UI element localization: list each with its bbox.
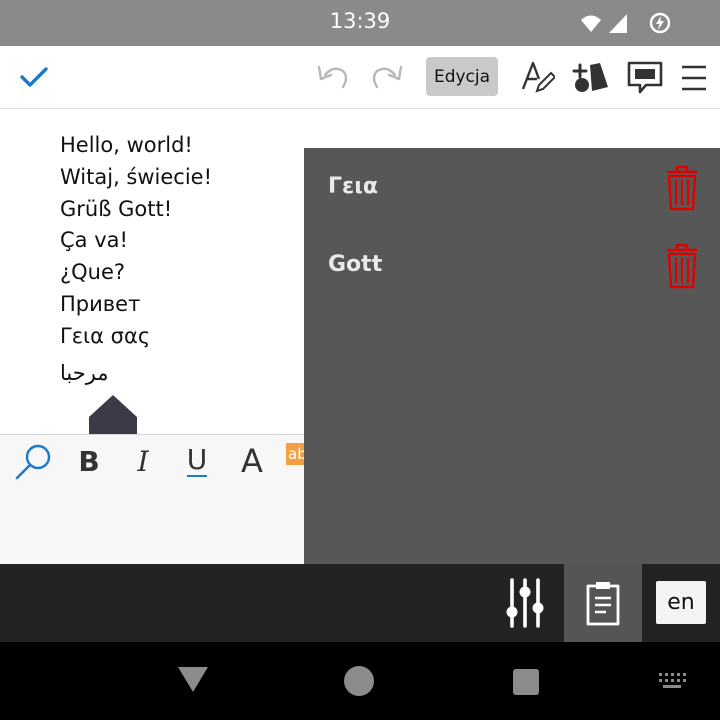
document-canvas[interactable]: Hello, world! Witaj, świecie! Grüß Gott!… (0, 110, 305, 435)
signal-icon (609, 14, 627, 33)
bold-button[interactable]: B (74, 441, 104, 481)
clipboard-tab[interactable] (564, 564, 642, 642)
language-switch-button[interactable]: en (656, 581, 706, 624)
font-style-icon[interactable] (517, 57, 557, 97)
home-circle-icon[interactable] (344, 666, 374, 696)
document-text[interactable]: Hello, world! Witaj, świecie! Grüß Gott!… (60, 130, 212, 393)
back-triangle-icon[interactable] (176, 664, 210, 694)
battery-charging-icon (649, 12, 671, 34)
status-icons (580, 11, 672, 35)
redo-icon[interactable] (366, 58, 408, 96)
clipboard-item[interactable]: Γεια (304, 160, 720, 216)
trash-icon[interactable] (664, 242, 700, 290)
italic-button[interactable]: I (130, 441, 156, 481)
keyboard-icon[interactable] (658, 672, 686, 690)
clipboard-item[interactable]: Gott (304, 238, 720, 294)
sliders-icon[interactable] (500, 576, 550, 630)
status-bar: 13:39 (0, 0, 720, 46)
highlight-button[interactable]: ab (286, 443, 305, 465)
document-line[interactable]: ¿Que? (60, 257, 212, 289)
trash-icon[interactable] (664, 164, 700, 212)
clipboard-panel: Γεια Gott (304, 148, 720, 564)
edit-mode-button[interactable]: Edycja (426, 57, 498, 96)
underline-label: U (186, 443, 208, 477)
recents-square-icon[interactable] (513, 669, 539, 695)
document-line[interactable]: Hello, world! (60, 130, 212, 162)
clipboard-icon (586, 582, 620, 626)
document-line[interactable]: Grüß Gott! (60, 194, 212, 226)
keyboard-toolbar: en (0, 564, 720, 642)
hamburger-menu-icon[interactable] (676, 58, 712, 98)
screen: 13:39 Edycja Hello, world! Witaj, świeci… (0, 0, 720, 720)
search-icon[interactable] (12, 441, 56, 481)
clipboard-item-text[interactable]: Gott (328, 252, 382, 277)
document-line[interactable]: Witaj, świecie! (60, 162, 212, 194)
clipboard-item-text[interactable]: Γεια (328, 174, 378, 199)
undo-icon[interactable] (312, 58, 354, 96)
navigation-bar (0, 642, 720, 720)
insert-shapes-icon[interactable] (568, 57, 614, 97)
check-icon[interactable] (14, 60, 54, 94)
comment-icon[interactable] (624, 57, 666, 97)
font-color-button[interactable]: A (236, 441, 268, 481)
document-line[interactable]: Γεια σας (60, 321, 212, 353)
document-line[interactable]: Ça va! (60, 225, 212, 257)
format-toolbar: B I U A ab (0, 434, 305, 564)
app-toolbar: Edycja (0, 46, 720, 109)
document-line[interactable]: Привет (60, 289, 212, 321)
document-line[interactable]: مرحبا (60, 353, 115, 393)
underline-button[interactable]: U (182, 441, 212, 481)
wifi-icon (581, 15, 601, 32)
text-cursor-handle[interactable] (89, 393, 139, 435)
